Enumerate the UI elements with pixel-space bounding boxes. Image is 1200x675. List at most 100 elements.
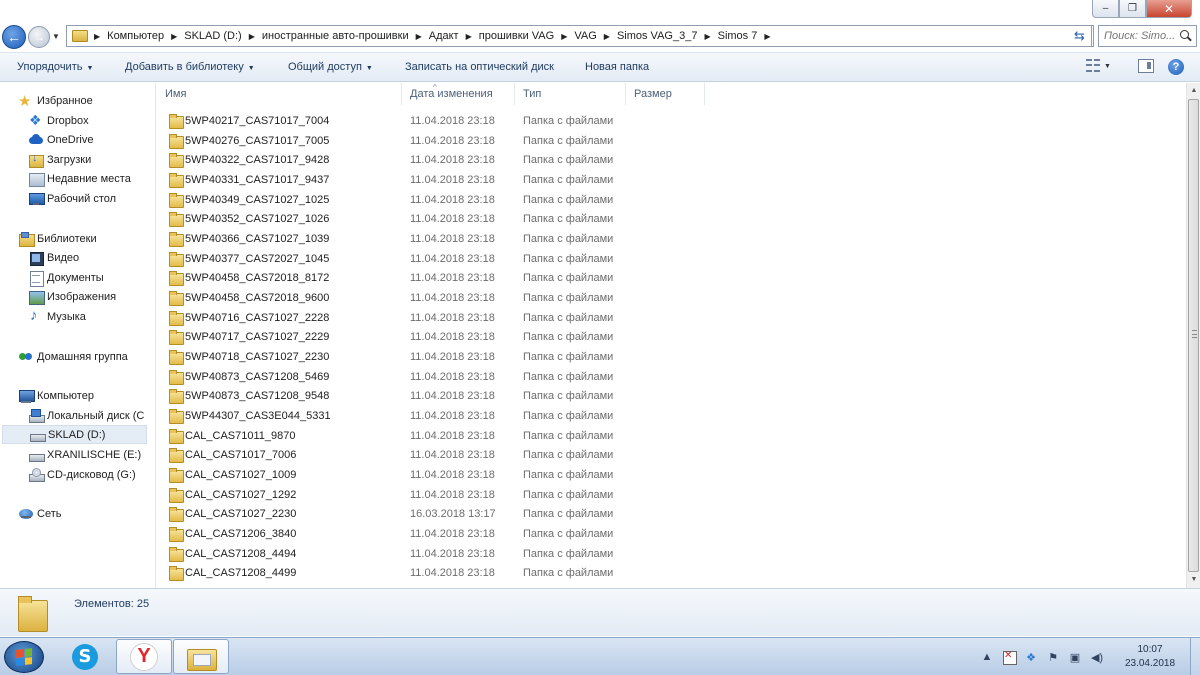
file-row[interactable]: 5WP40366_CAS71027_1039 11.04.2018 23:18 Па…: [157, 230, 717, 249]
file-row[interactable]: CAL_CAS71027_1009 11.04.2018 23:18 Папка с…: [157, 466, 717, 485]
sidebar-item[interactable]: XRANILISCHE (E:): [28, 445, 150, 464]
add-to-library-menu[interactable]: Добавить в библиотеку ▼: [125, 61, 255, 73]
help-button[interactable]: ?: [1168, 59, 1184, 75]
taskbar-explorer[interactable]: [173, 639, 229, 674]
sidebar-item[interactable]: Изображения: [28, 287, 150, 306]
sidebar-item[interactable]: Локальный диск (C: [28, 406, 150, 425]
chevron-right-icon[interactable]: ▶: [764, 32, 770, 41]
column-header-type[interactable]: Тип: [515, 83, 626, 105]
burn-button[interactable]: Записать на оптический диск: [405, 61, 554, 73]
close-button[interactable]: ✕: [1146, 0, 1192, 18]
show-desktop-button[interactable]: [1190, 638, 1200, 675]
file-row[interactable]: 5WP40217_CAS71017_7004 11.04.2018 23:18 Па…: [157, 112, 717, 131]
file-row[interactable]: 5WP40716_CAS71027_2228 11.04.2018 23:18 Па…: [157, 309, 717, 328]
breadcrumb-label[interactable]: SKLAD (D:): [184, 30, 241, 42]
file-row[interactable]: 5WP40276_CAS71017_7005 11.04.2018 23:18 Па…: [157, 132, 717, 151]
sidebar-item[interactable]: Компьютер: [18, 386, 150, 405]
file-row[interactable]: 5WP40458_CAS72018_8172 11.04.2018 23:18 Па…: [157, 269, 717, 288]
breadcrumb-item[interactable]: Simos VAG_3_7 ▶: [610, 30, 711, 42]
sidebar-item[interactable]: Библиотеки: [18, 229, 150, 248]
file-row[interactable]: 5WP40718_CAS71027_2230 11.04.2018 23:18 Па…: [157, 348, 717, 367]
file-row[interactable]: CAL_CAS71206_3840 11.04.2018 23:18 Папка с…: [157, 525, 717, 544]
file-row[interactable]: 5WP40873_CAS71208_5469 11.04.2018 23:18 Па…: [157, 368, 717, 387]
file-row[interactable]: CAL_CAS71208_4494 11.04.2018 23:18 Папка с…: [157, 545, 717, 564]
file-row[interactable]: CAL_CAS71027_2230 16.03.2018 13:17 Папка с…: [157, 505, 717, 524]
address-bar[interactable]: ▶ Компьютер ▶ SKLAD (D:) ▶ иностранные авто-…: [66, 25, 1094, 47]
volume-icon[interactable]: ◀): [1090, 650, 1104, 664]
breadcrumb-label[interactable]: Simos VAG_3_7: [617, 30, 698, 42]
breadcrumb-item[interactable]: VAG ▶: [567, 30, 610, 42]
refresh-button[interactable]: ⇆: [1068, 25, 1092, 47]
network-tray-icon[interactable]: ▣: [1068, 650, 1082, 664]
sidebar-item[interactable]: SKLAD (D:): [2, 425, 147, 444]
preview-pane-button[interactable]: [1138, 59, 1154, 73]
share-menu[interactable]: Общий доступ ▼: [288, 61, 373, 73]
change-view-button[interactable]: ▼: [1086, 59, 1111, 73]
column-header-name[interactable]: Имя: [157, 83, 402, 105]
dropbox-tray-icon[interactable]: ❖: [1024, 650, 1038, 664]
antivirus-icon[interactable]: [1002, 650, 1017, 665]
scroll-up-button[interactable]: ▲: [1187, 83, 1200, 99]
breadcrumb-item[interactable]: Адакт ▶: [422, 30, 472, 42]
breadcrumb-label[interactable]: Адакт: [429, 30, 459, 42]
file-row[interactable]: 5WP40458_CAS72018_9600 11.04.2018 23:18 Па…: [157, 289, 717, 308]
organize-menu[interactable]: Упорядочить ▼: [17, 61, 93, 73]
file-row[interactable]: 5WP44307_CAS3E044_5331 11.04.2018 23:18 Па…: [157, 407, 717, 426]
sidebar-item[interactable]: CD-дисковод (G:): [28, 465, 150, 484]
sidebar-item[interactable]: Dropbox: [28, 111, 150, 130]
file-row[interactable]: 5WP40873_CAS71208_9548 11.04.2018 23:18 Па…: [157, 387, 717, 406]
column-header-date[interactable]: Дата изменения: [402, 83, 515, 105]
search-icon[interactable]: [1179, 29, 1193, 43]
clock[interactable]: 10:07 23.04.2018: [1118, 643, 1182, 671]
sidebar-item[interactable]: Видео: [28, 248, 150, 267]
sidebar-item[interactable]: Музыка: [28, 307, 150, 326]
action-center-flag-icon[interactable]: ⚑: [1046, 650, 1060, 664]
breadcrumb-item[interactable]: иностранные авто-прошивки ▶: [255, 30, 422, 42]
file-row[interactable]: CAL_CAS71208_4499 11.04.2018 23:18 Папка с…: [157, 564, 717, 583]
back-button[interactable]: ←: [2, 25, 26, 49]
sidebar-item[interactable]: Документы: [28, 268, 150, 287]
breadcrumb-label[interactable]: прошивки VAG: [479, 30, 554, 42]
sidebar-item[interactable]: Недавние места: [28, 169, 150, 188]
sidebar-item[interactable]: Рабочий стол: [28, 189, 150, 208]
file-row[interactable]: 5WP40322_CAS71017_9428 11.04.2018 23:18 Па…: [157, 151, 717, 170]
breadcrumb-item[interactable]: SKLAD (D:) ▶: [177, 30, 255, 42]
file-row[interactable]: 5WP40349_CAS71027_1025 11.04.2018 23:18 Па…: [157, 191, 717, 210]
file-row[interactable]: CAL_CAS71027_1292 11.04.2018 23:18 Папка с…: [157, 486, 717, 505]
breadcrumb-label[interactable]: VAG: [574, 30, 596, 42]
vertical-scrollbar[interactable]: ▲ ▼: [1186, 83, 1200, 588]
file-row[interactable]: 5WP40352_CAS71027_1026 11.04.2018 23:18 Па…: [157, 210, 717, 229]
column-header-size[interactable]: Размер: [626, 83, 705, 105]
file-row[interactable]: CAL_CAS71011_9870 11.04.2018 23:18 Папка с…: [157, 427, 717, 446]
breadcrumb-item[interactable]: Компьютер ▶: [100, 30, 177, 42]
sidebar-item[interactable]: Сеть: [18, 504, 150, 523]
breadcrumb-label[interactable]: Simos 7: [718, 30, 758, 42]
sidebar-item[interactable]: Загрузки: [28, 150, 150, 169]
breadcrumb-label[interactable]: иностранные авто-прошивки: [262, 30, 409, 42]
sidebar-item[interactable]: Избранное: [18, 91, 150, 110]
scroll-down-button[interactable]: ▼: [1187, 572, 1200, 588]
file-row[interactable]: 5WP40717_CAS71027_2229 11.04.2018 23:18 Па…: [157, 328, 717, 347]
pane-divider[interactable]: [155, 83, 156, 588]
search-box[interactable]: [1098, 25, 1197, 47]
taskbar-yandex[interactable]: Y: [116, 639, 172, 674]
file-row[interactable]: 5WP40377_CAS72027_1045 11.04.2018 23:18 Па…: [157, 250, 717, 269]
new-folder-button[interactable]: Новая папка: [585, 61, 649, 73]
skype-icon: S: [72, 643, 98, 670]
sidebar-item[interactable]: Домашняя группа: [18, 347, 150, 366]
breadcrumb-item[interactable]: прошивки VAG ▶: [472, 30, 568, 42]
sidebar-item[interactable]: OneDrive: [28, 130, 150, 149]
forward-button[interactable]: →: [28, 26, 50, 48]
show-hidden-icons-button[interactable]: ▲: [980, 650, 994, 664]
maximize-button[interactable]: ❐: [1119, 0, 1146, 18]
recent-pages-dropdown[interactable]: ▼: [52, 32, 60, 41]
breadcrumb-label[interactable]: Компьютер: [107, 30, 164, 42]
start-button[interactable]: [4, 641, 44, 673]
minimize-button[interactable]: ‒: [1092, 0, 1119, 18]
file-row[interactable]: 5WP40331_CAS71017_9437 11.04.2018 23:18 Па…: [157, 171, 717, 190]
scrollbar-thumb[interactable]: [1188, 99, 1199, 572]
file-row[interactable]: CAL_CAS71017_7006 11.04.2018 23:18 Папка с…: [157, 446, 717, 465]
breadcrumb-item[interactable]: Simos 7 ▶: [711, 30, 771, 42]
taskbar-skype[interactable]: S: [57, 639, 113, 674]
search-input[interactable]: [1099, 30, 1179, 42]
